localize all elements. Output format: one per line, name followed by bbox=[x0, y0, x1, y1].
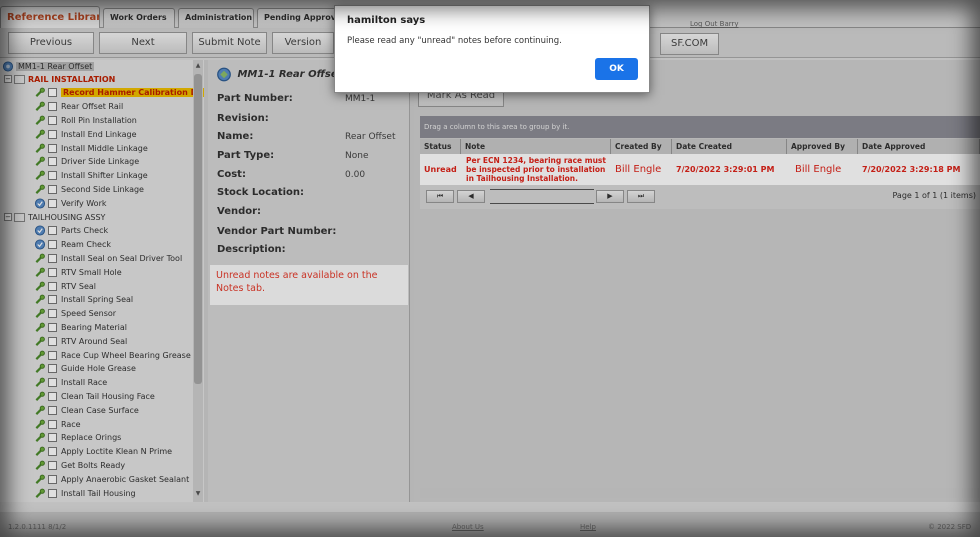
dialog-ok-button[interactable]: OK bbox=[595, 58, 638, 80]
app-window: Reference Library Work Orders Administra… bbox=[0, 0, 980, 537]
dialog-message: Please read any "unread" notes before co… bbox=[347, 36, 562, 46]
dialog-title: hamilton says bbox=[347, 15, 426, 26]
alert-dialog: hamilton says Please read any "unread" n… bbox=[334, 5, 650, 93]
